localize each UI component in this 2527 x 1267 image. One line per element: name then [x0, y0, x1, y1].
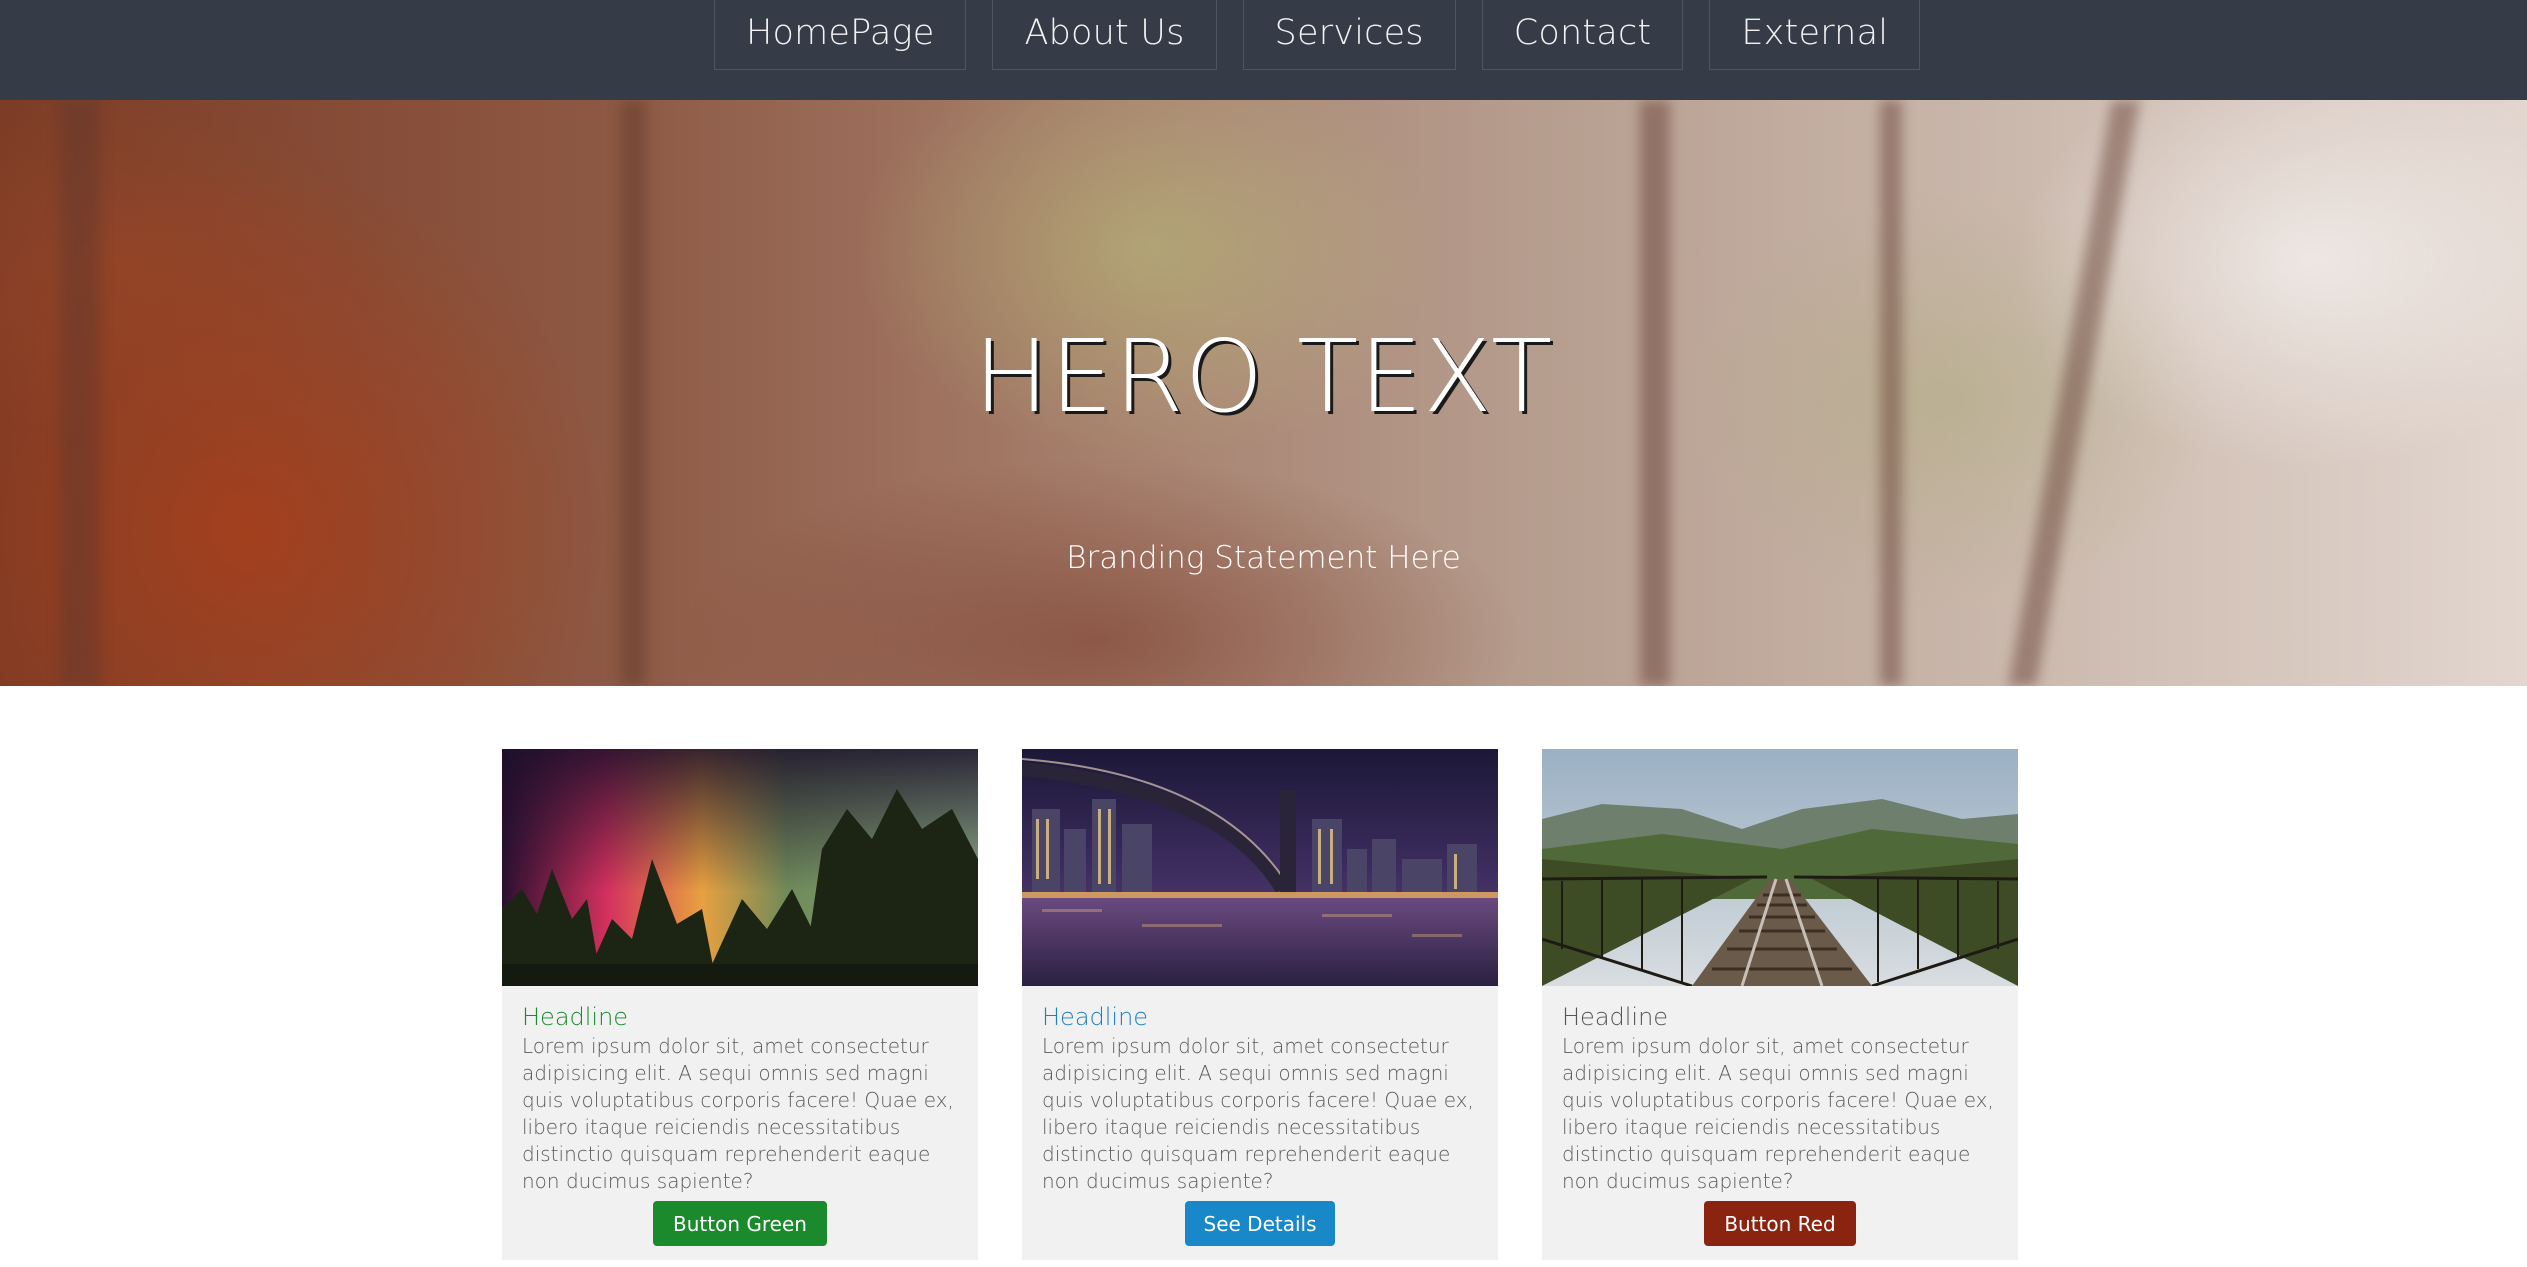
button-red[interactable]: Button Red	[1704, 1201, 1856, 1246]
hero-title: HERO TEXT	[973, 318, 1554, 435]
feature-card: Headline Lorem ipsum dolor sit, amet con…	[1022, 749, 1498, 1260]
card-body-text: Lorem ipsum dolor sit, amet consectetur …	[1562, 1034, 1994, 1193]
card-body-text: Lorem ipsum dolor sit, amet consectetur …	[1042, 1034, 1474, 1193]
bridge-city-image	[1022, 749, 1498, 986]
nav-item-services[interactable]: Services	[1242, 0, 1456, 70]
see-details-button[interactable]: See Details	[1185, 1201, 1335, 1246]
card-body-text: Lorem ipsum dolor sit, amet consectetur …	[522, 1034, 954, 1193]
nav-item-contact[interactable]: Contact	[1481, 0, 1684, 70]
nav-item-about-us[interactable]: About Us	[992, 0, 1217, 70]
hero-banner: HERO TEXT Branding Statement Here	[0, 100, 2527, 686]
button-green[interactable]: Button Green	[653, 1201, 827, 1246]
top-navbar: HomePage About Us Services Contact Exter…	[0, 0, 2527, 100]
card-headline: Headline	[1042, 1003, 1149, 1031]
nav-item-homepage[interactable]: HomePage	[714, 0, 967, 70]
feature-card: Headline Lorem ipsum dolor sit, amet con…	[502, 749, 978, 1260]
aurora-forest-image	[502, 749, 978, 986]
feature-card: Headline Lorem ipsum dolor sit, amet con…	[1542, 749, 2018, 1260]
railway-bridge-image	[1542, 749, 2018, 986]
card-headline: Headline	[522, 1003, 629, 1031]
card-headline: Headline	[1562, 1003, 1669, 1031]
hero-subtitle: Branding Statement Here	[1066, 540, 1461, 576]
nav-menu: HomePage About Us Services Contact Exter…	[714, 0, 1921, 70]
nav-item-external[interactable]: External	[1709, 0, 1921, 70]
